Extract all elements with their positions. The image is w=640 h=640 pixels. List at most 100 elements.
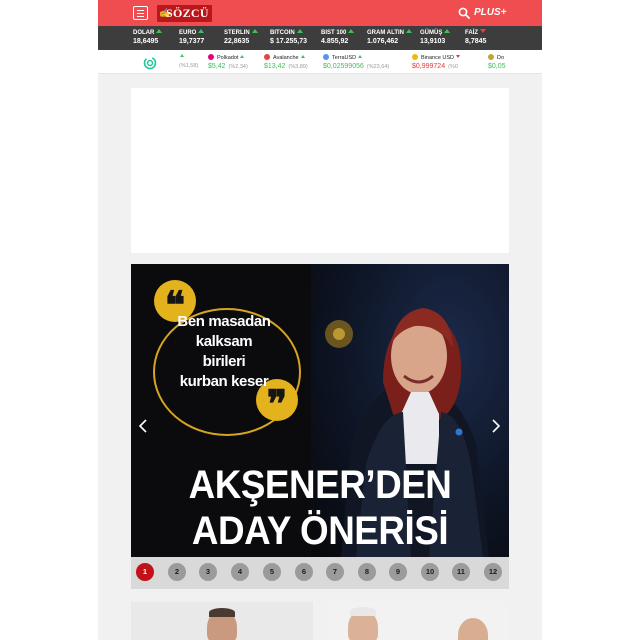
crypto-item[interactable]: Avalanche $13,42 (%3,89) bbox=[264, 54, 308, 72]
market-value: 8,7845 bbox=[465, 38, 487, 45]
market-label: BITCOIN bbox=[270, 30, 295, 36]
crypto-change: (%23,64) bbox=[366, 64, 390, 70]
page-dot-7[interactable]: 7 bbox=[326, 563, 344, 581]
crypto-item[interactable]: (%1,58) bbox=[176, 54, 198, 71]
market-item[interactable]: STERLIN 22,8635 bbox=[224, 29, 258, 47]
logo-text: SÖZCÜ bbox=[166, 6, 209, 20]
headline-slider[interactable]: ❝ ❞ Ben masadan kalksam birileri kurban … bbox=[131, 264, 509, 557]
ad-slot[interactable] bbox=[131, 88, 509, 253]
market-value: 1.076,462 bbox=[367, 38, 399, 45]
page: ✍ SÖZCÜ PLUS+ DOLAR 18,6495 EURO 19,7377… bbox=[0, 0, 640, 640]
quote-line: kalksam bbox=[195, 333, 253, 350]
market-value: $ 17.255,73 bbox=[270, 38, 307, 45]
crypto-change: (%1,58) bbox=[179, 63, 199, 69]
market-item[interactable]: DOLAR 18,6495 bbox=[133, 29, 163, 47]
page-dot-12[interactable]: 12 bbox=[484, 563, 502, 581]
page-dot-3[interactable]: 3 bbox=[199, 563, 217, 581]
news-photo-hair bbox=[209, 608, 235, 617]
market-item[interactable]: FAİZ 8,7845 bbox=[465, 29, 486, 47]
market-label: GRAM ALTIN bbox=[367, 30, 404, 36]
page-dot-6[interactable]: 6 bbox=[295, 563, 313, 581]
site-frame: ✍ SÖZCÜ PLUS+ DOLAR 18,6495 EURO 19,7377… bbox=[98, 0, 542, 640]
market-item[interactable]: GRAM ALTIN 1.076,462 bbox=[367, 29, 412, 47]
slide-headline[interactable]: AKŞENER’DEN ADAY ÖNERİSİ bbox=[146, 462, 494, 554]
crypto-item[interactable]: Polkadot $5,42 (%2,34) bbox=[208, 54, 248, 72]
market-label: FAİZ bbox=[465, 30, 478, 36]
quote-text: Ben masadan kalksam birileri kurban kese… bbox=[159, 312, 289, 392]
chevron-left-icon bbox=[138, 419, 147, 433]
market-value: 4.855,92 bbox=[321, 38, 349, 45]
trend-up-icon bbox=[296, 29, 303, 33]
binance-usd-icon bbox=[412, 54, 418, 60]
quote-line: birileri bbox=[202, 353, 246, 370]
market-item[interactable]: EURO 19,7377 bbox=[179, 29, 205, 47]
market-label: EURO bbox=[179, 30, 197, 36]
crypto-price: $0,02599056 bbox=[323, 63, 364, 70]
crypto-name: Polkadot bbox=[217, 55, 239, 61]
news-card[interactable] bbox=[131, 602, 313, 640]
trend-up-icon bbox=[358, 55, 363, 58]
page-dot-11[interactable]: 11 bbox=[452, 563, 470, 581]
trend-up-icon bbox=[300, 55, 305, 58]
crypto-ticker: (%1,58) Polkadot $5,42 (%2,34) Avalanche … bbox=[98, 50, 542, 74]
crypto-name: TerraUSD bbox=[332, 55, 357, 61]
quote-line: kurban keser bbox=[179, 373, 269, 390]
news-photo-hair bbox=[350, 607, 376, 616]
terrausd-icon bbox=[323, 54, 329, 60]
news-photo bbox=[458, 618, 488, 640]
crypto-name: Avalanche bbox=[273, 55, 299, 61]
market-value: 13,9103 bbox=[420, 38, 446, 45]
market-item[interactable]: BIST 100 4.855,92 bbox=[321, 29, 355, 47]
crypto-change: (%3,89) bbox=[288, 64, 308, 70]
market-item[interactable]: BITCOIN $ 17.255,73 bbox=[270, 29, 307, 47]
market-ticker: DOLAR 18,6495 EURO 19,7377 STERLIN 22,86… bbox=[98, 26, 542, 50]
market-label: STERLIN bbox=[224, 30, 250, 36]
plus-link[interactable]: PLUS+ bbox=[474, 7, 507, 19]
trend-up-icon bbox=[198, 29, 205, 33]
headline-line: ADAY ÖNERİSİ bbox=[191, 509, 449, 553]
crypto-item[interactable]: Do $0,05 bbox=[488, 54, 506, 72]
market-item[interactable]: GÜMÜŞ 13,9103 bbox=[420, 29, 451, 47]
market-label: DOLAR bbox=[133, 30, 155, 36]
site-logo[interactable]: ✍ SÖZCÜ bbox=[157, 5, 212, 22]
page-dot-10[interactable]: 10 bbox=[421, 563, 439, 581]
crypto-change: (%2,34) bbox=[228, 64, 248, 70]
crypto-name: Binance USD bbox=[421, 55, 455, 61]
polkadot-icon bbox=[208, 54, 214, 60]
news-card[interactable] bbox=[326, 602, 509, 640]
trend-up-icon bbox=[406, 29, 412, 33]
page-dot-2[interactable]: 2 bbox=[168, 563, 186, 581]
slider-prev-button[interactable] bbox=[136, 416, 150, 436]
page-dot-1[interactable]: 1 bbox=[136, 563, 154, 581]
crypto-price: $0,999724 bbox=[412, 63, 446, 70]
crypto-item[interactable]: TerraUSD $0,02599056 (%23,64) bbox=[323, 54, 389, 72]
crypto-price: $0,05 bbox=[488, 63, 506, 70]
avalanche-icon bbox=[264, 54, 270, 60]
trend-up-icon bbox=[444, 29, 451, 33]
market-label: BIST 100 bbox=[321, 30, 347, 36]
crypto-name: Do bbox=[497, 55, 505, 61]
trend-up-icon bbox=[179, 54, 184, 57]
dogecoin-icon bbox=[488, 54, 494, 60]
headline-line: AKŞENER’DEN bbox=[188, 463, 452, 507]
top-header: ✍ SÖZCÜ PLUS+ bbox=[98, 0, 542, 26]
crypto-item[interactable]: Binance USD $0,999724 (%0 bbox=[412, 54, 461, 72]
slider-pagination: 1 2 3 4 5 6 7 8 9 10 11 12 bbox=[131, 557, 509, 589]
page-dot-5[interactable]: 5 bbox=[263, 563, 281, 581]
crypto-price: $13,42 bbox=[264, 63, 286, 70]
hamburger-icon[interactable] bbox=[133, 6, 148, 20]
trend-up-icon bbox=[348, 29, 355, 33]
chevron-right-icon bbox=[492, 419, 501, 433]
trend-down-icon bbox=[480, 29, 486, 33]
crypto-price: $5,42 bbox=[208, 63, 226, 70]
market-value: 19,7377 bbox=[179, 38, 205, 45]
crypto-provider-logo-icon[interactable] bbox=[143, 56, 157, 70]
page-dot-9[interactable]: 9 bbox=[389, 563, 407, 581]
trend-up-icon bbox=[251, 29, 258, 33]
page-dot-4[interactable]: 4 bbox=[231, 563, 249, 581]
slider-next-button[interactable] bbox=[489, 416, 503, 436]
market-label: GÜMÜŞ bbox=[420, 30, 443, 36]
page-dot-8[interactable]: 8 bbox=[358, 563, 376, 581]
trend-down-icon bbox=[456, 55, 461, 58]
search-icon[interactable] bbox=[458, 7, 470, 19]
